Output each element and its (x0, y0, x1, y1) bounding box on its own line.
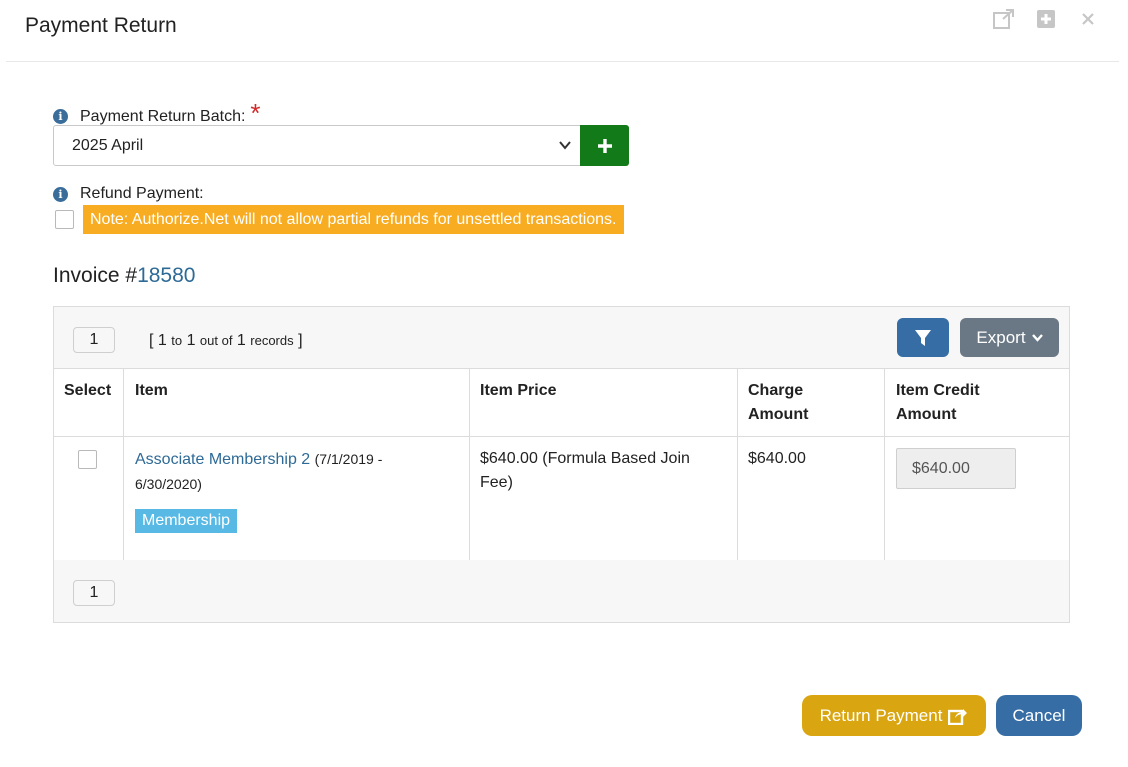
footer-page-number-button[interactable]: 1 (73, 580, 115, 606)
column-divider (469, 369, 470, 560)
row-item-price: $640.00 (Formula Based Join Fee) (480, 450, 690, 491)
chevron-down-icon (558, 138, 572, 157)
row-item-cell: Associate Membership 2 (7/1/2019 - 6/30/… (135, 447, 465, 497)
item-credit-input: $640.00 (896, 448, 1016, 489)
dialog-title: Payment Return (25, 14, 177, 37)
refund-note: Note: Authorize.Net will not allow parti… (83, 205, 624, 234)
invoice-prefix: Invoice # (53, 264, 138, 287)
refund-label-text: Refund Payment: (80, 185, 204, 202)
add-batch-button[interactable] (580, 125, 629, 166)
close-icon[interactable] (1075, 8, 1101, 30)
column-header-item-price[interactable]: Item Price (480, 379, 556, 403)
records-summary: [ 1 to 1 out of 1 records ] (149, 332, 303, 349)
item-dates-start: (7/1/2019 - (314, 451, 383, 467)
refund-checkbox[interactable] (55, 210, 74, 229)
export-button[interactable]: Export (960, 318, 1059, 357)
header-divider (54, 436, 1069, 437)
maximize-icon[interactable] (1033, 8, 1059, 30)
plus-icon (597, 138, 612, 153)
column-header-item-credit-amount[interactable]: Item Credit Amount (896, 379, 980, 427)
grid-toolbar: 1 [ 1 to 1 out of 1 records ] Export (54, 307, 1069, 369)
column-header-select[interactable]: Select (64, 379, 111, 403)
item-dates-end: 6/30/2020) (135, 476, 202, 492)
batch-label-text: Payment Return Batch: (80, 107, 246, 125)
share-icon (948, 708, 968, 725)
column-header-charge-amount[interactable]: Charge Amount (748, 379, 808, 427)
row-select-checkbox[interactable] (78, 450, 97, 469)
info-icon[interactable]: i (53, 109, 68, 124)
info-icon[interactable]: i (53, 186, 68, 202)
column-divider (884, 369, 885, 560)
export-label: Export (976, 327, 1026, 347)
filter-icon (915, 329, 931, 346)
return-payment-label: Return Payment (819, 705, 943, 725)
return-payment-button[interactable]: Return Payment (802, 695, 986, 736)
column-divider (123, 369, 124, 560)
window-controls (991, 8, 1101, 30)
page-number-button[interactable]: 1 (73, 327, 115, 353)
refund-label: i Refund Payment: (53, 185, 204, 203)
invoice-title: Invoice #18580 (53, 264, 195, 288)
batch-select[interactable]: 2025 April (53, 125, 581, 166)
column-header-item[interactable]: Item (135, 379, 168, 403)
column-divider (737, 369, 738, 560)
row-charge-amount: $640.00 (748, 450, 806, 467)
cancel-button[interactable]: Cancel (996, 695, 1082, 736)
filter-button[interactable] (897, 318, 949, 357)
popout-icon[interactable] (991, 8, 1017, 30)
items-grid: 1 [ 1 to 1 out of 1 records ] Export Sel… (53, 306, 1070, 623)
batch-select-value: 2025 April (72, 136, 144, 154)
invoice-number-link[interactable]: 18580 (137, 264, 195, 287)
membership-tag: Membership (135, 509, 238, 533)
item-link[interactable]: Associate Membership 2 (135, 451, 310, 468)
dialog-header: Payment Return (6, 0, 1119, 62)
chevron-down-icon (1031, 334, 1043, 342)
grid-footer: 1 (54, 560, 1069, 622)
